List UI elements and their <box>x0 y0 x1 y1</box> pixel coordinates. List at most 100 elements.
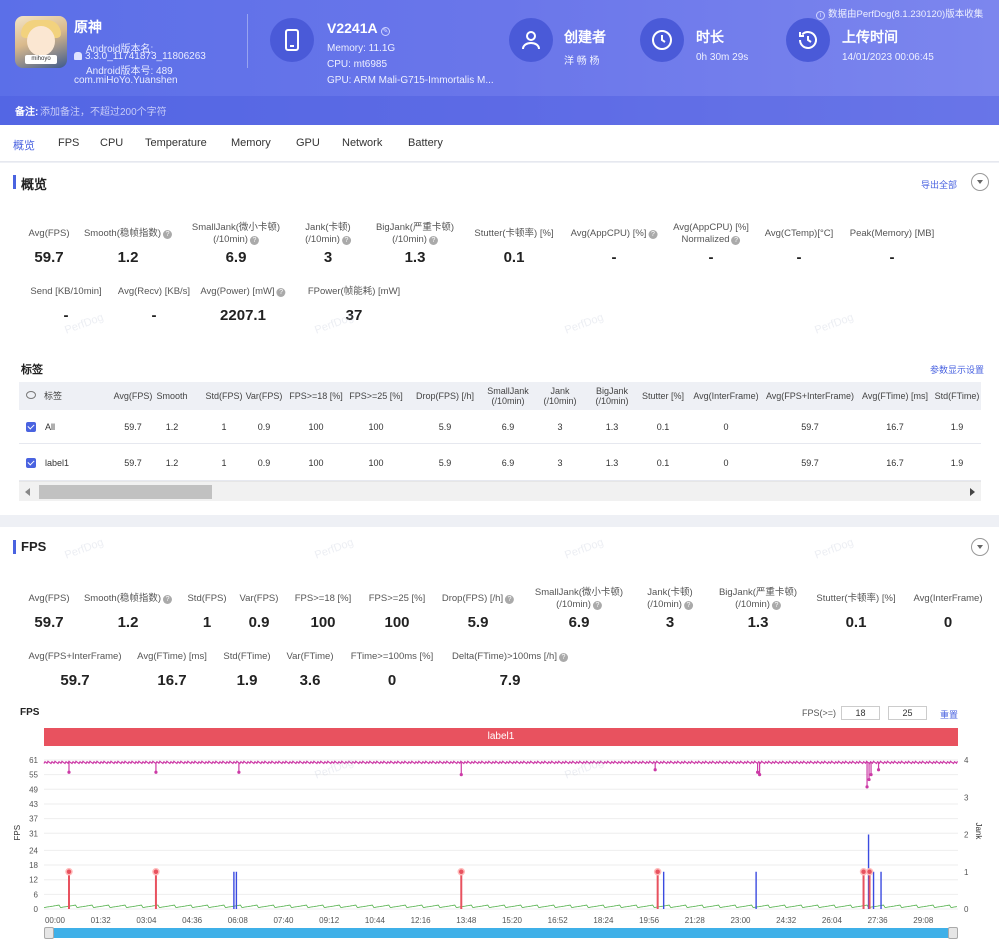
stat-label: Avg(CTemp)[°C] <box>764 228 834 239</box>
help-icon[interactable]: ? <box>731 236 741 245</box>
table-header-cell: SmallJank (/10min) <box>487 386 529 406</box>
param-settings-link[interactable]: 参数显示设置 <box>930 363 984 376</box>
help-icon[interactable]: ? <box>341 236 351 245</box>
help-icon[interactable]: ? <box>771 601 781 610</box>
stat-value: 1.2 <box>117 249 139 266</box>
stat-label: SmallJank(微小卡顿) (/10min)? <box>191 222 281 245</box>
table-cell: 59.7 <box>124 422 142 432</box>
overview-collapse-button[interactable] <box>971 173 989 191</box>
tab-fps[interactable]: FPS <box>58 137 79 149</box>
table-header-cell: Drop(FPS) [/h] <box>415 391 475 401</box>
range-handle-end[interactable] <box>948 927 958 939</box>
upload-value: 14/01/2023 00:06:45 <box>842 52 934 63</box>
help-icon[interactable]: ? <box>163 595 173 604</box>
table-header-cell: Avg(FPS) <box>113 391 153 401</box>
table-header-cell: Stutter [%] <box>641 391 685 401</box>
time-range-slider[interactable] <box>44 927 958 939</box>
eye-icon[interactable] <box>26 391 36 399</box>
fps-collapse-button[interactable] <box>971 538 989 556</box>
labels-title: 标签 <box>21 364 43 376</box>
stat-value: 0.1 <box>503 249 525 266</box>
range-handle-start[interactable] <box>44 927 54 939</box>
stat-value: 100 <box>310 614 336 631</box>
tab-memory[interactable]: Memory <box>231 137 271 149</box>
tab-network[interactable]: Network <box>342 137 382 149</box>
stat-label: Avg(InterFrame) <box>913 593 983 604</box>
x-tick-label: 04:36 <box>182 916 203 925</box>
reset-link[interactable]: 重置 <box>940 708 958 721</box>
duration-title: 时长 <box>696 29 724 45</box>
tab-battery[interactable]: Battery <box>408 137 443 149</box>
stat-value: 3.6 <box>299 672 321 689</box>
stat-value: 1.9 <box>236 672 258 689</box>
device-name[interactable]: V2241A ✎ <box>327 20 393 36</box>
stat-value: - <box>151 307 157 324</box>
table-cell: 0.9 <box>257 458 271 468</box>
tab-overview[interactable]: 概览 <box>13 137 35 153</box>
table-cell: 0 <box>723 422 729 432</box>
tab-cpu[interactable]: CPU <box>100 137 123 149</box>
stat-value: 37 <box>345 307 363 324</box>
stat-label: SmallJank(微小卡顿) (/10min)? <box>534 587 624 610</box>
help-icon[interactable]: ? <box>592 601 602 610</box>
tab-gpu[interactable]: GPU <box>296 137 320 149</box>
scroll-right-arrow[interactable] <box>970 488 975 496</box>
label1-bar[interactable]: label1 <box>44 728 958 746</box>
stat-label: Avg(Power) [mW]? <box>200 286 286 298</box>
stat-value: - <box>63 307 69 324</box>
table-cell: 1 <box>221 458 227 468</box>
tab-temperature[interactable]: Temperature <box>145 137 207 149</box>
stat-value: 100 <box>384 614 410 631</box>
table-cell: 1.2 <box>165 422 179 432</box>
table-cell: 100 <box>368 422 384 432</box>
x-tick-label: 16:52 <box>548 916 569 925</box>
help-icon[interactable]: ? <box>428 236 438 245</box>
table-scrollbar[interactable] <box>19 481 981 501</box>
table-cell: 6.9 <box>501 422 515 432</box>
table-header-cell: Std(FPS) <box>205 391 243 401</box>
stat-value: 0 <box>943 614 953 631</box>
threshold-input-2[interactable]: 25 <box>888 706 927 720</box>
help-icon[interactable]: ? <box>558 653 568 662</box>
table-cell: 1.3 <box>605 458 619 468</box>
edit-icon[interactable]: ✎ <box>380 27 390 36</box>
help-icon[interactable]: ? <box>276 288 286 297</box>
scroll-thumb[interactable] <box>39 485 212 499</box>
stat-value: 3 <box>665 614 675 631</box>
x-tick-label: 21:28 <box>685 916 706 925</box>
table-header-cell: Avg(InterFrame) <box>693 391 759 401</box>
device-gpu: GPU: ARM Mali-G715-Immortalis M... <box>327 75 494 86</box>
stat-label: Smooth(稳帧指数)? <box>84 228 173 240</box>
creator-title: 创建者 <box>564 29 606 45</box>
package-name: com.miHoYo.Yuanshen <box>74 75 178 86</box>
row-checkbox[interactable] <box>26 422 36 432</box>
stat-label: Peak(Memory) [MB] <box>849 228 935 239</box>
table-cell: 1 <box>221 422 227 432</box>
table-header-cell: BigJank (/10min) <box>595 386 629 406</box>
fps-chart[interactable]: 061218243137434955610123400:00 01:32 03:04… <box>0 748 999 928</box>
y-tick-label: 31 <box>29 829 38 838</box>
help-icon[interactable]: ? <box>249 236 259 245</box>
fps-dip-point <box>67 770 71 774</box>
help-icon[interactable]: ? <box>505 595 515 604</box>
stat-label: Jank(卡顿) (/10min)? <box>305 222 351 245</box>
threshold-input-1[interactable]: 18 <box>841 706 880 720</box>
x-tick-label: 10:44 <box>365 916 386 925</box>
history-icon <box>786 18 830 62</box>
fps-dip-point <box>154 770 158 774</box>
table-cell: 16.7 <box>886 422 904 432</box>
scroll-left-arrow[interactable] <box>25 488 30 496</box>
stat-value: 6.9 <box>225 249 247 266</box>
table-cell: 1.2 <box>165 458 179 468</box>
help-icon[interactable]: ? <box>163 230 173 239</box>
help-icon[interactable]: ? <box>648 230 658 239</box>
table-cell: 0 <box>723 458 729 468</box>
stat-label: Avg(FTime) [ms] <box>137 651 207 662</box>
stat-label: FPS>=25 [%] <box>368 593 426 604</box>
help-icon[interactable]: ? <box>683 601 693 610</box>
y-tick-label: 49 <box>29 785 38 794</box>
export-all-link[interactable]: 导出全部 <box>921 178 957 191</box>
table-header-cell: Smooth <box>156 391 188 401</box>
row-checkbox[interactable] <box>26 458 36 468</box>
note-input[interactable]: 添加备注，不超过200个字符 <box>40 103 167 118</box>
